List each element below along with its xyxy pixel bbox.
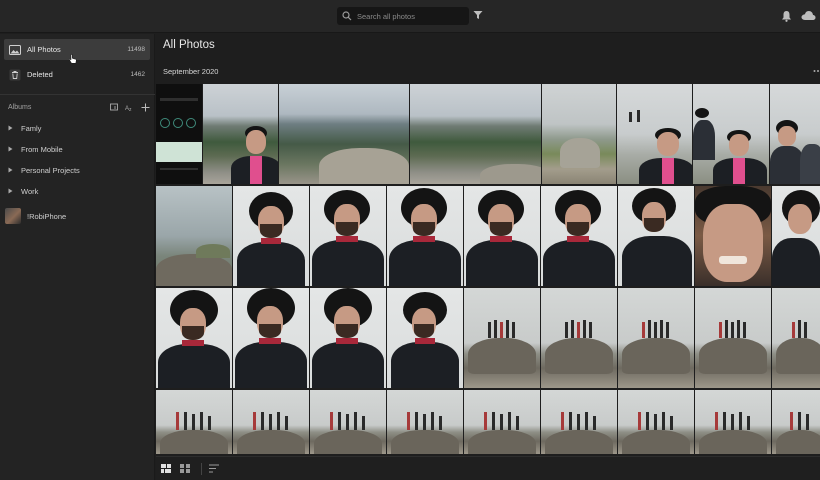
photo-thumbnail[interactable]	[772, 288, 820, 388]
filter-icon[interactable]	[473, 10, 483, 20]
album-label: Famly	[21, 123, 42, 133]
lightroom-window: All Photos 11498 Deleted 1462 Albums Az …	[0, 0, 820, 480]
photo-thumbnail[interactable]	[695, 288, 771, 388]
photo-thumbnail[interactable]	[541, 288, 617, 388]
cloud-icon[interactable]	[801, 10, 816, 21]
photo-thumbnail[interactable]	[233, 390, 309, 454]
photo-count: 11498	[127, 46, 145, 53]
album-item[interactable]: Personal Projects	[8, 163, 150, 177]
chevron-right-icon[interactable]	[8, 167, 13, 173]
chevron-right-icon[interactable]	[8, 125, 13, 131]
photo-grid	[156, 84, 820, 454]
album-label: Personal Projects	[21, 165, 80, 175]
album-label: From Mobile	[21, 144, 63, 154]
albums-label: Albums	[8, 103, 32, 111]
photo-thumbnail[interactable]	[695, 390, 771, 454]
photo-thumbnail[interactable]	[233, 186, 309, 286]
photo-thumbnail[interactable]	[541, 186, 617, 286]
photo-thumbnail[interactable]	[387, 390, 463, 454]
photo-thumbnail[interactable]	[618, 288, 694, 388]
top-bar	[0, 0, 820, 33]
album-label: Work	[21, 186, 39, 196]
sort-az-icon[interactable]: Az	[125, 103, 134, 111]
more-icon[interactable]	[813, 67, 820, 75]
album-item[interactable]: Famly	[8, 121, 150, 135]
bell-icon[interactable]	[781, 10, 792, 22]
device-avatar	[5, 208, 21, 224]
photo-thumbnail[interactable]	[693, 84, 769, 184]
photo-thumbnail[interactable]	[310, 186, 386, 286]
album-item[interactable]: From Mobile	[8, 142, 150, 156]
device-label: !RobiPhone	[27, 211, 67, 221]
page-title: All Photos	[163, 39, 215, 51]
sidebar-item-label: All Photos	[27, 45, 61, 54]
search-icon	[342, 11, 352, 21]
photo-thumbnail[interactable]	[387, 288, 463, 388]
photo-thumbnail[interactable]	[695, 186, 771, 286]
bottom-toolbar	[156, 456, 820, 480]
photo-thumbnail[interactable]	[156, 390, 232, 454]
photo-thumbnail[interactable]	[156, 84, 202, 184]
photos-icon	[9, 44, 21, 55]
photo-thumbnail[interactable]	[541, 390, 617, 454]
photo-thumbnail[interactable]	[770, 84, 820, 184]
toolbar-divider	[201, 463, 202, 475]
photo-thumbnail[interactable]	[542, 84, 616, 184]
photo-thumbnail[interactable]	[156, 186, 232, 286]
sidebar: All Photos 11498 Deleted 1462 Albums Az …	[0, 34, 155, 480]
photo-thumbnail[interactable]	[464, 186, 540, 286]
sidebar-item-deleted[interactable]: Deleted 1462	[4, 64, 150, 85]
album-item[interactable]: Work	[8, 184, 150, 198]
chevron-right-icon[interactable]	[8, 146, 13, 152]
photo-thumbnail[interactable]	[310, 288, 386, 388]
grid-view-icon[interactable]	[180, 464, 190, 473]
sidebar-item-all-photos[interactable]: All Photos 11498	[4, 39, 150, 60]
search-box[interactable]	[337, 7, 469, 25]
sidebar-item-label: Deleted	[27, 70, 53, 79]
photo-thumbnail[interactable]	[410, 84, 541, 184]
photo-thumbnail[interactable]	[618, 390, 694, 454]
svg-text:z: z	[129, 107, 132, 111]
photo-thumbnail[interactable]	[772, 390, 820, 454]
mosaic-view-icon[interactable]	[161, 464, 171, 473]
device-item[interactable]: !RobiPhone	[5, 207, 150, 225]
photo-thumbnail[interactable]	[203, 84, 278, 184]
photo-thumbnail[interactable]	[464, 288, 540, 388]
photo-thumbnail[interactable]	[618, 186, 694, 286]
chevron-right-icon[interactable]	[8, 188, 13, 194]
photo-thumbnail[interactable]	[617, 84, 692, 184]
photo-thumbnail[interactable]	[156, 288, 232, 388]
plus-icon[interactable]	[141, 103, 150, 112]
main-content: All Photos September 2020	[156, 34, 820, 480]
photo-thumbnail[interactable]	[772, 186, 820, 286]
deleted-count: 1462	[130, 71, 145, 78]
mouse-cursor-icon	[69, 54, 77, 64]
trash-icon	[9, 69, 21, 80]
date-section-title: September 2020	[163, 67, 219, 76]
sort-icon[interactable]	[209, 464, 219, 473]
search-input[interactable]	[357, 11, 467, 21]
photo-thumbnail[interactable]	[233, 288, 309, 388]
photo-thumbnail[interactable]	[387, 186, 463, 286]
photo-thumbnail[interactable]	[310, 390, 386, 454]
photo-thumbnail[interactable]	[279, 84, 409, 184]
photo-thumbnail[interactable]	[464, 390, 540, 454]
add-album-icon[interactable]	[110, 103, 118, 111]
albums-header: Albums Az	[8, 101, 150, 113]
sidebar-divider	[0, 94, 155, 95]
